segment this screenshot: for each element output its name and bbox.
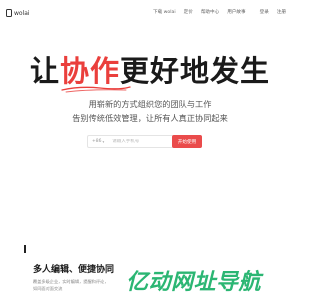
brand-name: wolai (14, 9, 30, 17)
hero-subtitle-2: 告别传统低效管理，让所有人真正协同起来 (72, 113, 228, 123)
phone-input[interactable] (112, 139, 173, 144)
country-code-select[interactable]: +86 ▾ (92, 139, 104, 144)
feature-description: 覆盖多级企业，实时编辑，提醒和评论， 如同面对面交流 (33, 279, 108, 292)
nav-download[interactable]: 下载 wolai (153, 9, 176, 15)
country-code-value: +86 (92, 139, 102, 144)
section-marker (24, 245, 26, 253)
feature-title: 多人编辑、便捷协同 (33, 265, 115, 275)
login-link[interactable]: 登录 (260, 9, 269, 15)
chevron-down-icon: ▾ (102, 139, 105, 144)
nav-help-center[interactable]: 帮助中心 (201, 9, 219, 15)
nav-links: 下载 wolai 定价 帮助中心 用户故事 登录 注册 (145, 9, 286, 15)
logo[interactable]: wolai (6, 9, 30, 17)
hero-title: 让协作更好地发生 (0, 48, 300, 90)
top-nav: wolai 下载 wolai 定价 帮助中心 用户故事 登录 注册 (0, 0, 300, 26)
start-button[interactable]: 开始使用 (172, 135, 202, 148)
nav-pricing[interactable]: 定价 (184, 9, 193, 15)
hero-title-before: 让 (29, 54, 60, 88)
highlight-underline (61, 86, 131, 93)
nav-user-stories[interactable]: 用户故事 (227, 9, 245, 15)
feature-desc-line-1: 覆盖多级企业，实时编辑，提醒和评论， (33, 279, 109, 284)
register-link[interactable]: 注册 (277, 9, 286, 15)
watermark-text: 亿动网址导航 (126, 270, 262, 295)
wolai-logo-icon (6, 9, 12, 17)
feature-desc-line-2: 如同面对面交流 (33, 285, 63, 291)
hero-title-after: 更好地发生 (120, 54, 271, 88)
hero-subtitle-1: 用崭新的方式组织您的团队与工作 (88, 99, 212, 109)
